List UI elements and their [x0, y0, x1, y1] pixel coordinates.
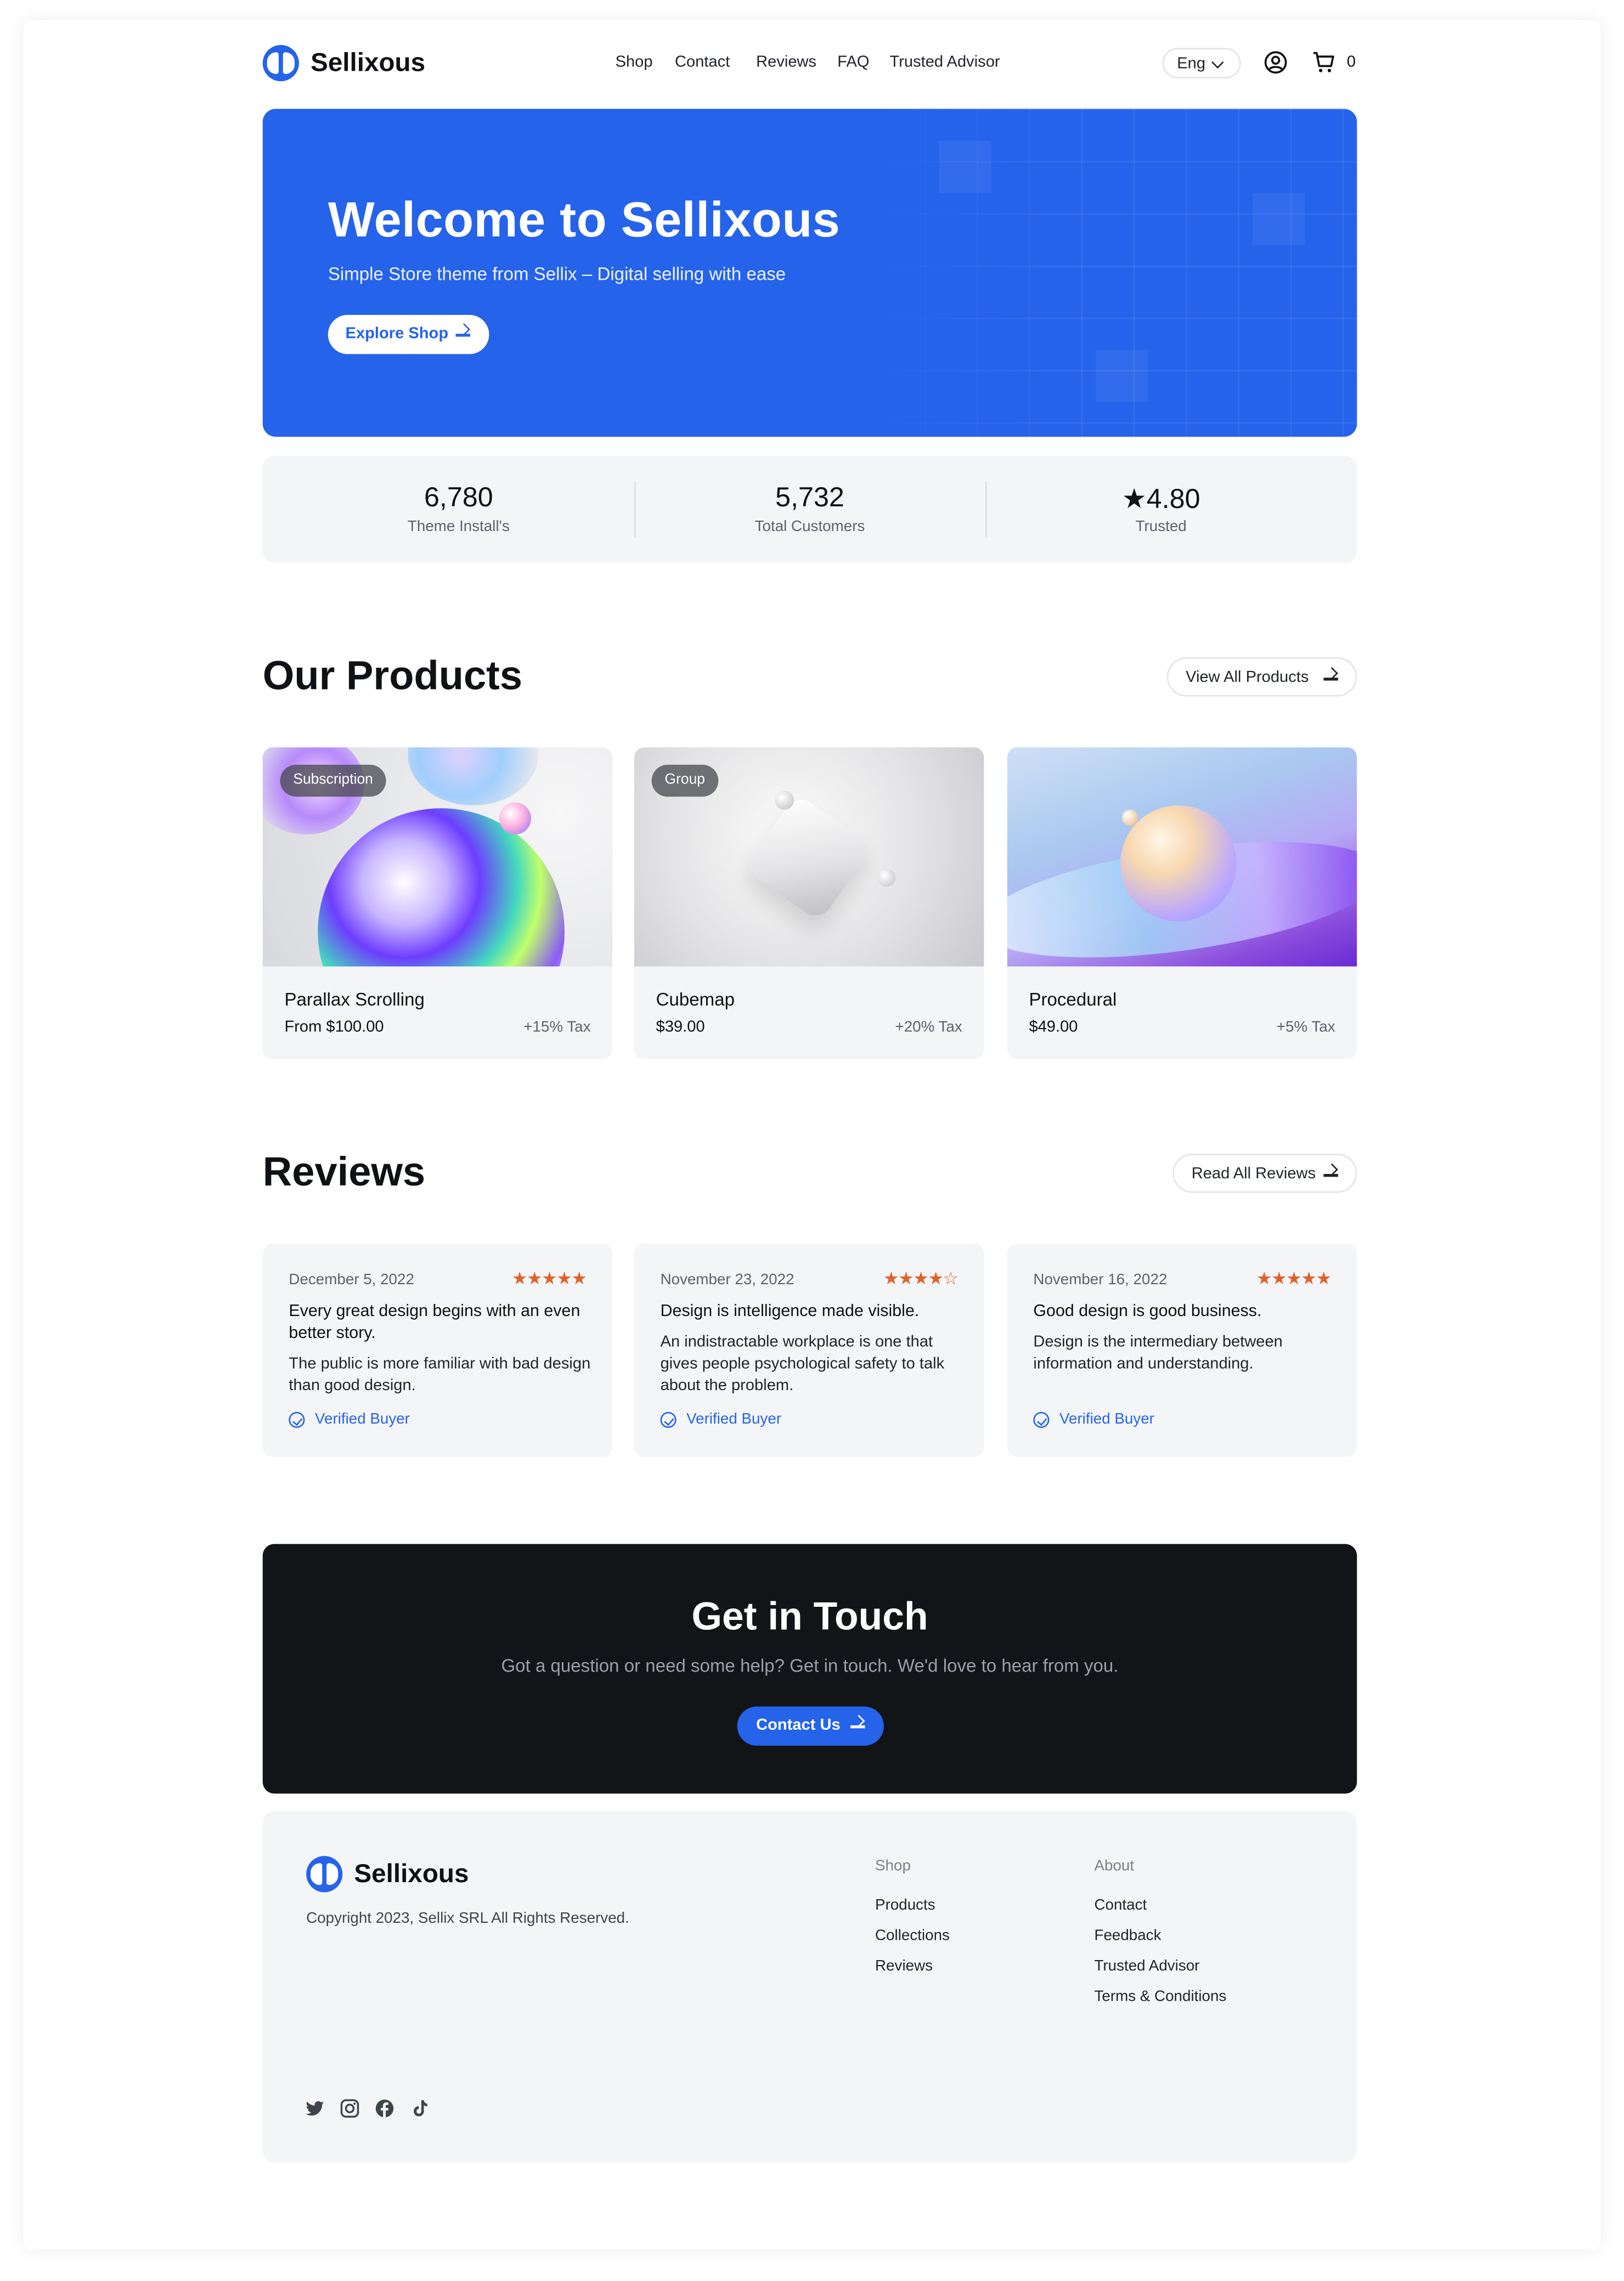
stat-installs-value: 6,780 [424, 483, 493, 514]
product-tax: +20% Tax [895, 1018, 962, 1036]
chevron-down-icon [1211, 56, 1224, 69]
language-select[interactable]: Eng [1162, 48, 1241, 78]
star-rating: ★★★★★ [1256, 1268, 1332, 1289]
review-date: November 16, 2022 [1033, 1271, 1168, 1289]
footer-link-feedback[interactable]: Feedback [1094, 1927, 1161, 1945]
product-image-procedural [1007, 747, 1357, 967]
language-value: Eng [1177, 55, 1206, 73]
product-price: $49.00 [1029, 1018, 1078, 1036]
brand-name[interactable]: Sellixous [311, 48, 425, 78]
review-card: November 23, 2022 ★★★★☆ Design is intell… [634, 1243, 984, 1457]
product-name: Parallax Scrolling [284, 990, 425, 1010]
product-name: Cubemap [656, 990, 735, 1010]
hero-banner: Welcome to Sellixous Simple Store theme … [262, 109, 1357, 437]
verified-buyer: Verified Buyer [289, 1410, 410, 1428]
facebook-icon[interactable] [374, 2098, 394, 2119]
footer-about-heading: About [1094, 1857, 1135, 1875]
nav-shop[interactable]: Shop [616, 54, 653, 71]
footer: Sellixous Copyright 2023, Sellix SRL All… [262, 1811, 1357, 2163]
check-circle-icon [660, 1411, 676, 1428]
twitter-icon[interactable] [304, 2098, 325, 2119]
reviews-title: Reviews [262, 1149, 426, 1194]
footer-link-products[interactable]: Products [875, 1896, 935, 1914]
stat-customers-label: Total Customers [754, 518, 865, 536]
review-date: December 5, 2022 [289, 1271, 414, 1289]
review-body: An indistractable workplace is one that … [660, 1333, 945, 1395]
arrow-right-icon [455, 334, 471, 336]
product-card-cubemap[interactable]: Group Cubemap $39.00 +20% Tax [634, 747, 984, 1059]
contact-us-label: Contact Us [756, 1717, 841, 1735]
view-all-products-button[interactable]: View All Products [1166, 657, 1357, 697]
star-rating: ★★★★★ [511, 1268, 587, 1289]
star-rating: ★★★★☆ [883, 1268, 958, 1289]
page: Sellixous Shop Contact Reviews FAQ Trust… [0, 0, 1624, 2281]
footer-link-collections[interactable]: Collections [875, 1927, 950, 1945]
nav-trusted-advisor[interactable]: Trusted Advisor [890, 54, 1000, 71]
logo-icon[interactable] [262, 45, 299, 82]
review-card: November 16, 2022 ★★★★★ Good design is g… [1007, 1243, 1357, 1457]
hero-subtitle: Simple Store theme from Sellix – Digital… [328, 264, 786, 285]
review-body: The public is more familiar with bad des… [289, 1355, 591, 1395]
check-circle-icon [1033, 1411, 1050, 1428]
stat-rating-label: Trusted [1135, 518, 1187, 536]
arrow-right-icon [850, 1725, 865, 1728]
view-all-products-label: View All Products [1186, 669, 1309, 687]
verified-label: Verified Buyer [315, 1410, 410, 1428]
product-badge: Subscription [280, 765, 386, 797]
check-circle-icon [289, 1411, 305, 1428]
instagram-icon[interactable] [340, 2098, 360, 2119]
product-price: From $100.00 [284, 1018, 384, 1036]
product-name: Procedural [1029, 990, 1117, 1010]
stats-bar: 6,780 Theme Install's 5,732 Total Custom… [262, 455, 1357, 563]
read-all-reviews-label: Read All Reviews [1191, 1165, 1316, 1183]
contact-us-button[interactable]: Contact Us [737, 1706, 884, 1746]
product-badge: Group [651, 765, 718, 797]
nav-contact[interactable]: Contact [675, 54, 730, 71]
divider [985, 482, 987, 537]
verified-buyer: Verified Buyer [1033, 1410, 1154, 1428]
footer-link-terms[interactable]: Terms & Conditions [1094, 1988, 1226, 2006]
explore-shop-label: Explore Shop [345, 325, 449, 343]
review-title: Good design is good business. [1033, 1303, 1262, 1321]
product-price: $39.00 [656, 1018, 705, 1036]
verified-label: Verified Buyer [686, 1410, 782, 1428]
contact-title: Get in Touch [691, 1595, 928, 1639]
nav-faq[interactable]: FAQ [837, 54, 869, 71]
review-card: December 5, 2022 ★★★★★ Every great desig… [262, 1243, 613, 1457]
hero-title: Welcome to Sellixous [328, 193, 841, 249]
verified-label: Verified Buyer [1059, 1410, 1154, 1428]
user-icon[interactable] [1264, 51, 1287, 74]
review-date: November 23, 2022 [660, 1271, 794, 1289]
stat-installs-label: Theme Install's [407, 518, 510, 536]
divider [634, 482, 636, 537]
stat-rating-value: ★4.80 [1121, 484, 1200, 516]
copyright: Copyright 2023, Sellix SRL All Rights Re… [306, 1910, 629, 1927]
product-card-procedural[interactable]: Procedural $49.00 +5% Tax [1007, 747, 1357, 1059]
stat-customers-value: 5,732 [775, 483, 844, 514]
review-body: Design is the intermediary between infor… [1033, 1333, 1283, 1373]
explore-shop-button[interactable]: Explore Shop [328, 315, 489, 354]
product-tax: +15% Tax [523, 1018, 591, 1036]
footer-link-trusted-advisor[interactable]: Trusted Advisor [1094, 1957, 1199, 1975]
footer-brand[interactable]: Sellixous [354, 1859, 469, 1890]
cart-icon[interactable] [1312, 51, 1335, 74]
contact-banner: Get in Touch Got a question or need some… [262, 1544, 1357, 1794]
review-title: Every great design begins with an even b… [289, 1303, 580, 1342]
arrow-right-icon [1323, 1173, 1338, 1177]
cart-count: 0 [1346, 53, 1356, 71]
nav-reviews[interactable]: Reviews [756, 54, 816, 71]
logo-icon[interactable] [306, 1856, 343, 1893]
read-all-reviews-button[interactable]: Read All Reviews [1172, 1153, 1357, 1193]
tiktok-icon[interactable] [409, 2098, 430, 2119]
arrow-right-icon [1323, 677, 1338, 680]
footer-link-reviews[interactable]: Reviews [875, 1957, 933, 1975]
footer-link-contact[interactable]: Contact [1094, 1896, 1147, 1914]
contact-text: Got a question or need some help? Get in… [501, 1656, 1119, 1676]
product-card-parallax[interactable]: Subscription Parallax Scrolling From $10… [262, 747, 613, 1059]
products-title: Our Products [262, 653, 523, 698]
footer-shop-heading: Shop [875, 1857, 911, 1875]
review-title: Design is intelligence made visible. [660, 1303, 920, 1321]
product-tax: +5% Tax [1276, 1018, 1335, 1036]
verified-buyer: Verified Buyer [660, 1410, 782, 1428]
